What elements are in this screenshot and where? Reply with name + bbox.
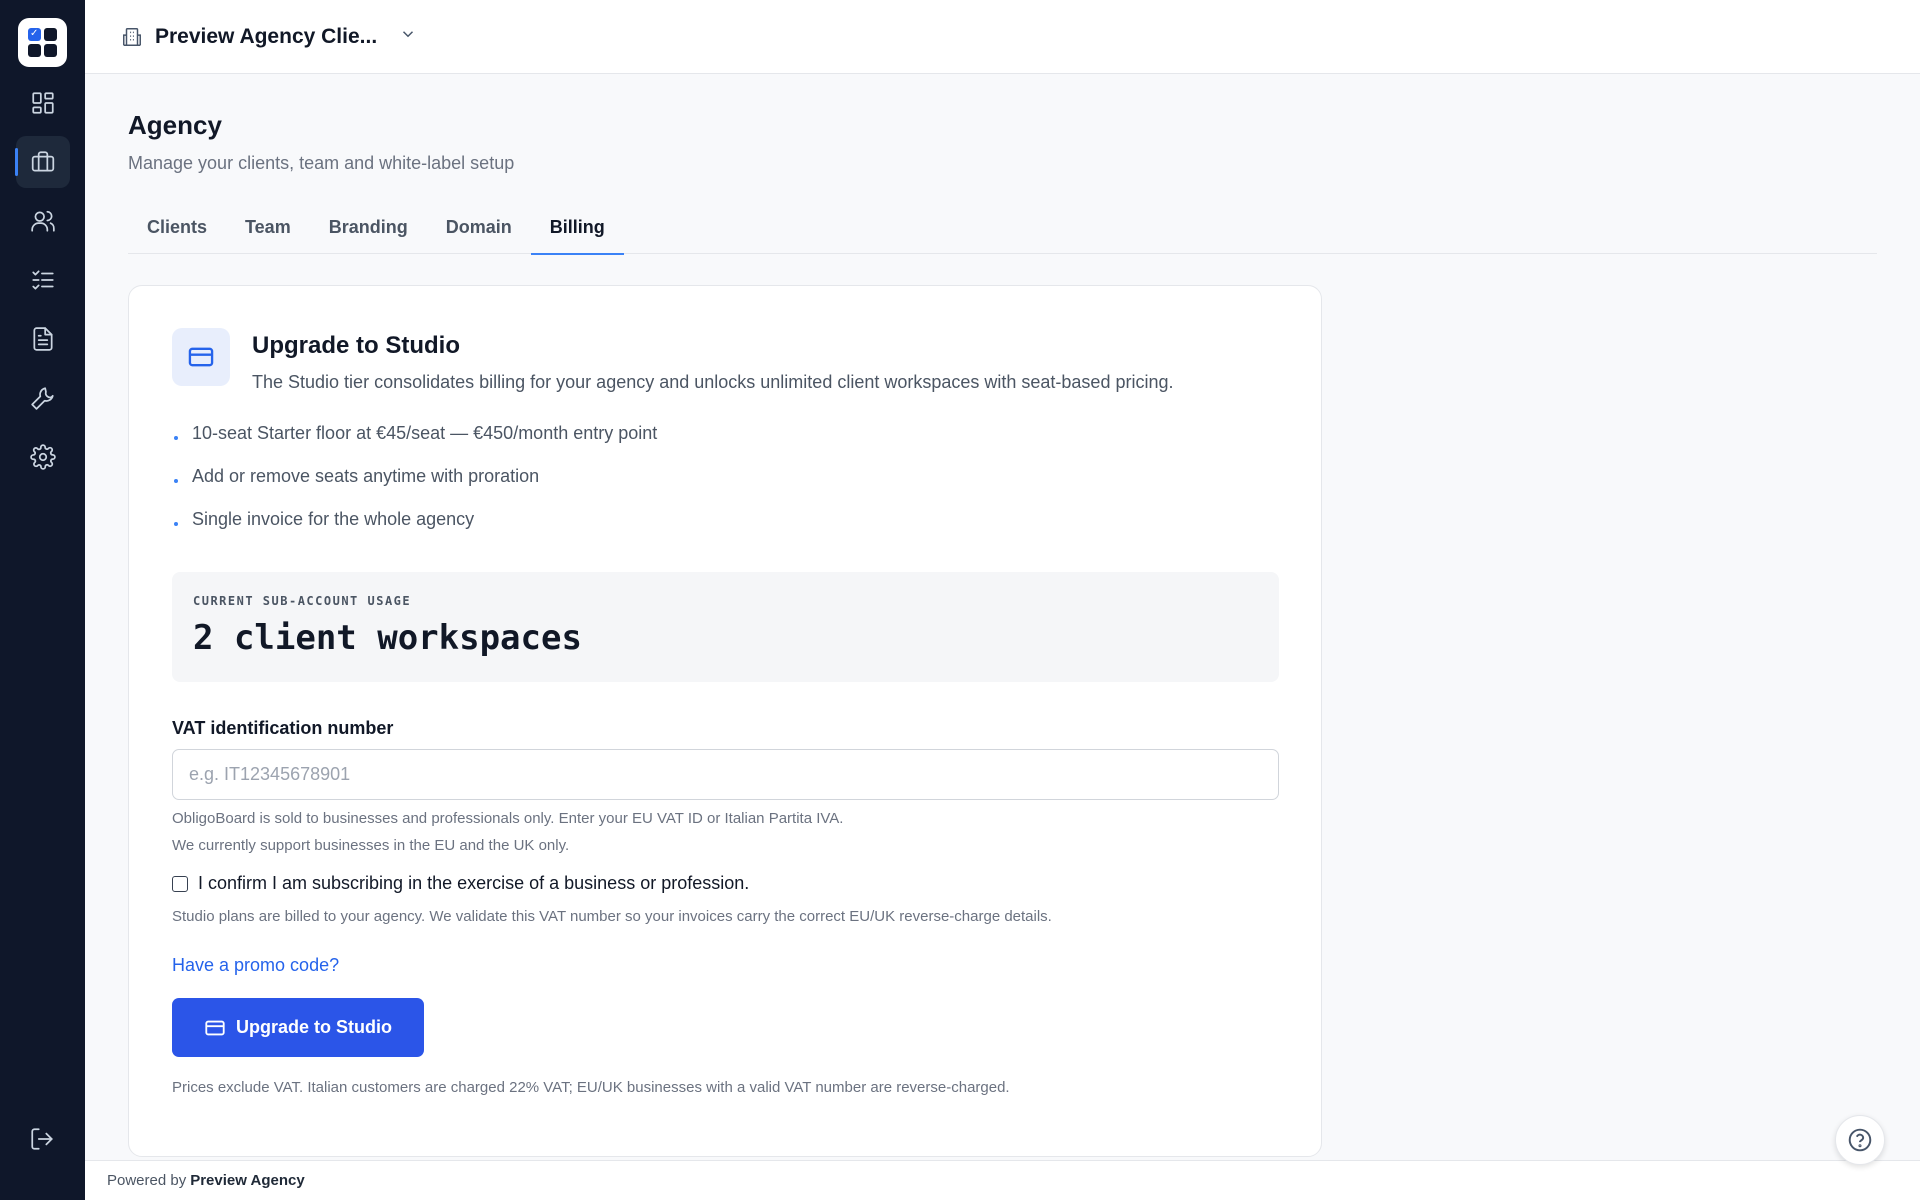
top-bar: Preview Agency Clie... bbox=[85, 0, 1920, 74]
footer-brand: Preview Agency bbox=[190, 1172, 305, 1189]
business-confirm-checkbox[interactable] bbox=[172, 875, 188, 892]
page-subtitle: Manage your clients, team and white-labe… bbox=[128, 153, 515, 173]
help-button[interactable] bbox=[1835, 1115, 1885, 1165]
vat-help: ObligoBoard is sold to businesses and pr… bbox=[172, 810, 844, 854]
list-item: 10-seat Starter floor at €45/seat — €450… bbox=[172, 423, 1278, 466]
upgrade-button[interactable]: Upgrade to Studio bbox=[172, 998, 424, 1057]
usage-panel: CURRENT SUB-ACCOUNT USAGE 2 client works… bbox=[172, 572, 1279, 682]
card-title: Upgrade to Studio bbox=[252, 332, 460, 359]
confirm-help: Studio plans are billed to your agency. … bbox=[172, 908, 1052, 925]
users-icon bbox=[30, 210, 55, 232]
sidebar-item-settings[interactable] bbox=[16, 431, 70, 483]
tab-bar: Clients Team Branding Domain Billing bbox=[128, 200, 1877, 255]
credit-card-icon bbox=[205, 1020, 225, 1035]
building-icon bbox=[123, 27, 141, 46]
tab-billing[interactable]: Billing bbox=[530, 200, 624, 255]
sidebar-item-documents[interactable] bbox=[16, 313, 70, 365]
card-description: The Studio tier consolidates billing for… bbox=[252, 372, 1174, 392]
usage-value: 2 client workspaces bbox=[193, 618, 582, 658]
sidebar-item-dashboard[interactable] bbox=[16, 77, 70, 129]
sidebar: ✓ bbox=[0, 0, 85, 1200]
tab-team[interactable]: Team bbox=[226, 200, 310, 254]
promo-code-link[interactable]: Have a promo code? bbox=[172, 955, 339, 976]
gear-icon bbox=[29, 444, 56, 470]
vat-label: VAT identification number bbox=[172, 718, 394, 738]
business-confirm-label[interactable]: I confirm I am subscribing in the exerci… bbox=[198, 873, 749, 894]
upgrade-button-label: Upgrade to Studio bbox=[236, 1017, 392, 1037]
logout-button[interactable] bbox=[15, 1113, 69, 1165]
footer: Powered by Preview Agency bbox=[85, 1160, 1920, 1200]
bullet-icon bbox=[174, 436, 178, 440]
powered-by-text: Powered by bbox=[107, 1172, 187, 1189]
sidebar-nav bbox=[14, 77, 70, 490]
checklist-icon bbox=[31, 270, 54, 290]
bullet-icon bbox=[174, 479, 178, 483]
pricing-fine-print: Prices exclude VAT. Italian customers ar… bbox=[172, 1079, 1010, 1096]
sidebar-item-people[interactable] bbox=[16, 195, 70, 247]
list-item: Single invoice for the whole agency bbox=[172, 509, 1278, 552]
logout-icon bbox=[31, 1128, 53, 1150]
bullet-icon bbox=[174, 522, 178, 526]
wrench-icon bbox=[30, 387, 54, 410]
chevron-down-icon bbox=[399, 25, 417, 48]
help-circle-icon bbox=[1848, 1128, 1872, 1152]
briefcase-icon bbox=[31, 151, 54, 172]
usage-label: CURRENT SUB-ACCOUNT USAGE bbox=[193, 594, 412, 608]
page-title: Agency bbox=[128, 110, 222, 140]
document-icon bbox=[32, 327, 53, 351]
grid-icon bbox=[31, 92, 54, 114]
vat-input[interactable] bbox=[172, 749, 1279, 800]
tab-clients[interactable]: Clients bbox=[128, 200, 226, 254]
workspace-switcher[interactable]: Preview Agency Clie... bbox=[121, 25, 417, 49]
list-item: Add or remove seats anytime with prorati… bbox=[172, 466, 1278, 509]
tab-domain[interactable]: Domain bbox=[427, 200, 531, 254]
workspace-name: Preview Agency Clie... bbox=[155, 24, 378, 48]
upgrade-card: Upgrade to Studio The Studio tier consol… bbox=[128, 285, 1322, 1157]
main-content: Agency Manage your clients, team and whi… bbox=[128, 74, 1878, 1157]
app-logo-icon[interactable]: ✓ bbox=[18, 18, 67, 67]
sidebar-item-agency[interactable] bbox=[14, 136, 70, 188]
credit-card-icon bbox=[172, 328, 230, 386]
feature-list: 10-seat Starter floor at €45/seat — €450… bbox=[172, 423, 1278, 552]
tab-branding[interactable]: Branding bbox=[310, 200, 427, 254]
sidebar-item-tasks[interactable] bbox=[16, 254, 70, 306]
sidebar-item-tools[interactable] bbox=[16, 372, 70, 424]
